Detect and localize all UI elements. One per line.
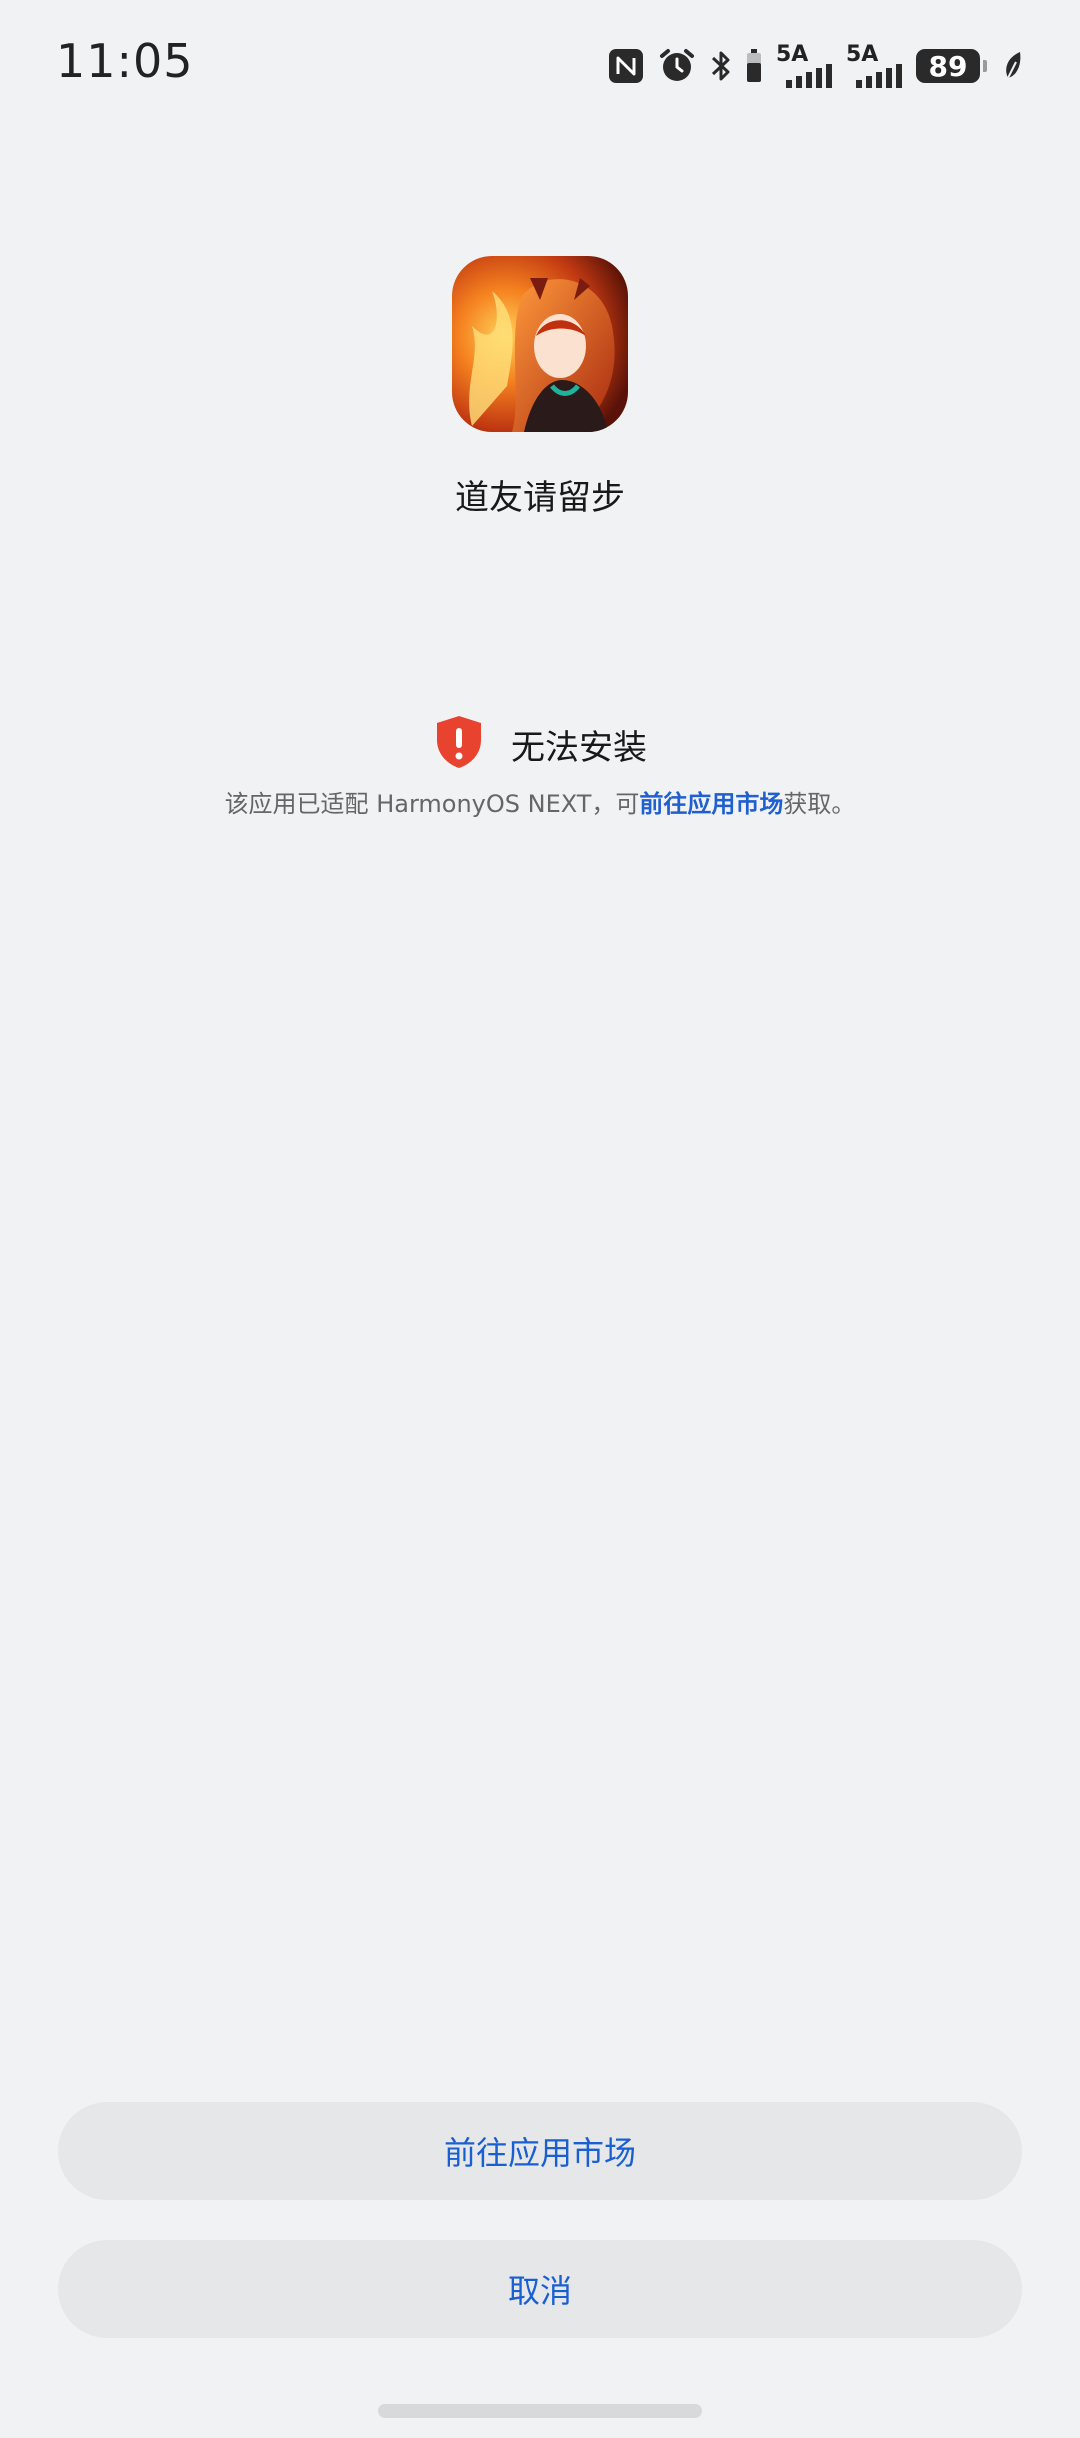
home-indicator[interactable] <box>378 2404 702 2418</box>
nfc-icon <box>608 48 644 84</box>
network-label-2: 5A <box>846 42 879 67</box>
warning-desc-suffix: 获取。 <box>783 790 856 818</box>
alarm-icon <box>658 47 696 85</box>
warning-title: 无法安装 <box>511 727 647 768</box>
app-market-link[interactable]: 前往应用市场 <box>639 790 783 818</box>
cancel-button[interactable]: 取消 <box>58 2240 1022 2338</box>
warning-description: 该应用已适配 HarmonyOS NEXT，可前往应用市场获取。 <box>0 784 1080 819</box>
warning-desc-prefix: 该应用已适配 HarmonyOS NEXT，可 <box>224 790 640 818</box>
battery-level: 89 <box>928 49 968 83</box>
status-icons: 5A 5A 89 <box>608 44 1024 88</box>
bluetooth-icon <box>710 48 732 84</box>
app-icon <box>452 256 628 432</box>
power-saving-leaf-icon <box>1002 50 1024 82</box>
cancel-label: 取消 <box>507 2272 572 2310</box>
app-name: 道友请留步 <box>455 478 625 518</box>
network-label-1: 5A <box>776 42 809 67</box>
status-bar: 11:05 5A 5A 89 <box>0 0 1080 130</box>
status-time: 11:05 <box>56 34 194 88</box>
go-to-app-market-button[interactable]: 前往应用市场 <box>58 2102 1022 2200</box>
shield-alert-icon <box>433 714 485 774</box>
small-battery-icon <box>746 49 762 83</box>
go-to-app-market-label: 前往应用市场 <box>443 2134 636 2172</box>
signal-2-icon: 5A <box>846 44 902 88</box>
battery-indicator: 89 <box>916 49 987 83</box>
warning-row: 无法安装 <box>0 714 1080 774</box>
signal-1-icon: 5A <box>776 44 832 88</box>
